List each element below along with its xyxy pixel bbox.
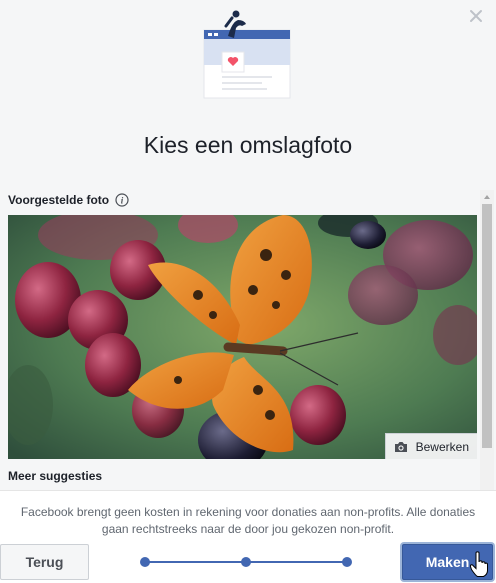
step-2-dot	[241, 557, 251, 567]
donation-note: Facebook brengt geen kosten in rekening …	[20, 505, 476, 536]
more-suggestions-label: Meer suggesties	[8, 469, 103, 483]
svg-text:i: i	[121, 196, 124, 206]
scrollbar[interactable]	[480, 190, 494, 490]
hand-pointer-cursor-icon	[470, 551, 488, 577]
dialog-footer: Facebook brengt geen kosten in rekening …	[0, 490, 496, 583]
scroll-up-arrow-icon[interactable]	[480, 190, 494, 204]
cover-photo[interactable]: Bewerken	[8, 215, 477, 459]
dialog-title: Kies een omslagfoto	[143, 132, 353, 158]
camera-icon	[394, 441, 407, 452]
scrollbar-thumb[interactable]	[482, 204, 492, 448]
step-1-dot	[140, 557, 150, 567]
close-icon	[470, 10, 482, 22]
close-button[interactable]	[468, 8, 484, 24]
suggested-photo-label: Voorgestelde foto i	[8, 193, 129, 207]
step-progress	[140, 557, 352, 567]
step-3-dot	[342, 557, 352, 567]
suggested-photo-text: Voorgestelde foto	[8, 193, 110, 207]
edit-photo-button[interactable]: Bewerken	[384, 433, 477, 459]
edit-photo-label: Bewerken	[415, 439, 469, 454]
butterfly-photo-image	[8, 215, 477, 459]
info-icon[interactable]: i	[115, 193, 129, 207]
fundraiser-illustration	[198, 8, 294, 102]
back-button[interactable]: Terug	[0, 544, 89, 580]
